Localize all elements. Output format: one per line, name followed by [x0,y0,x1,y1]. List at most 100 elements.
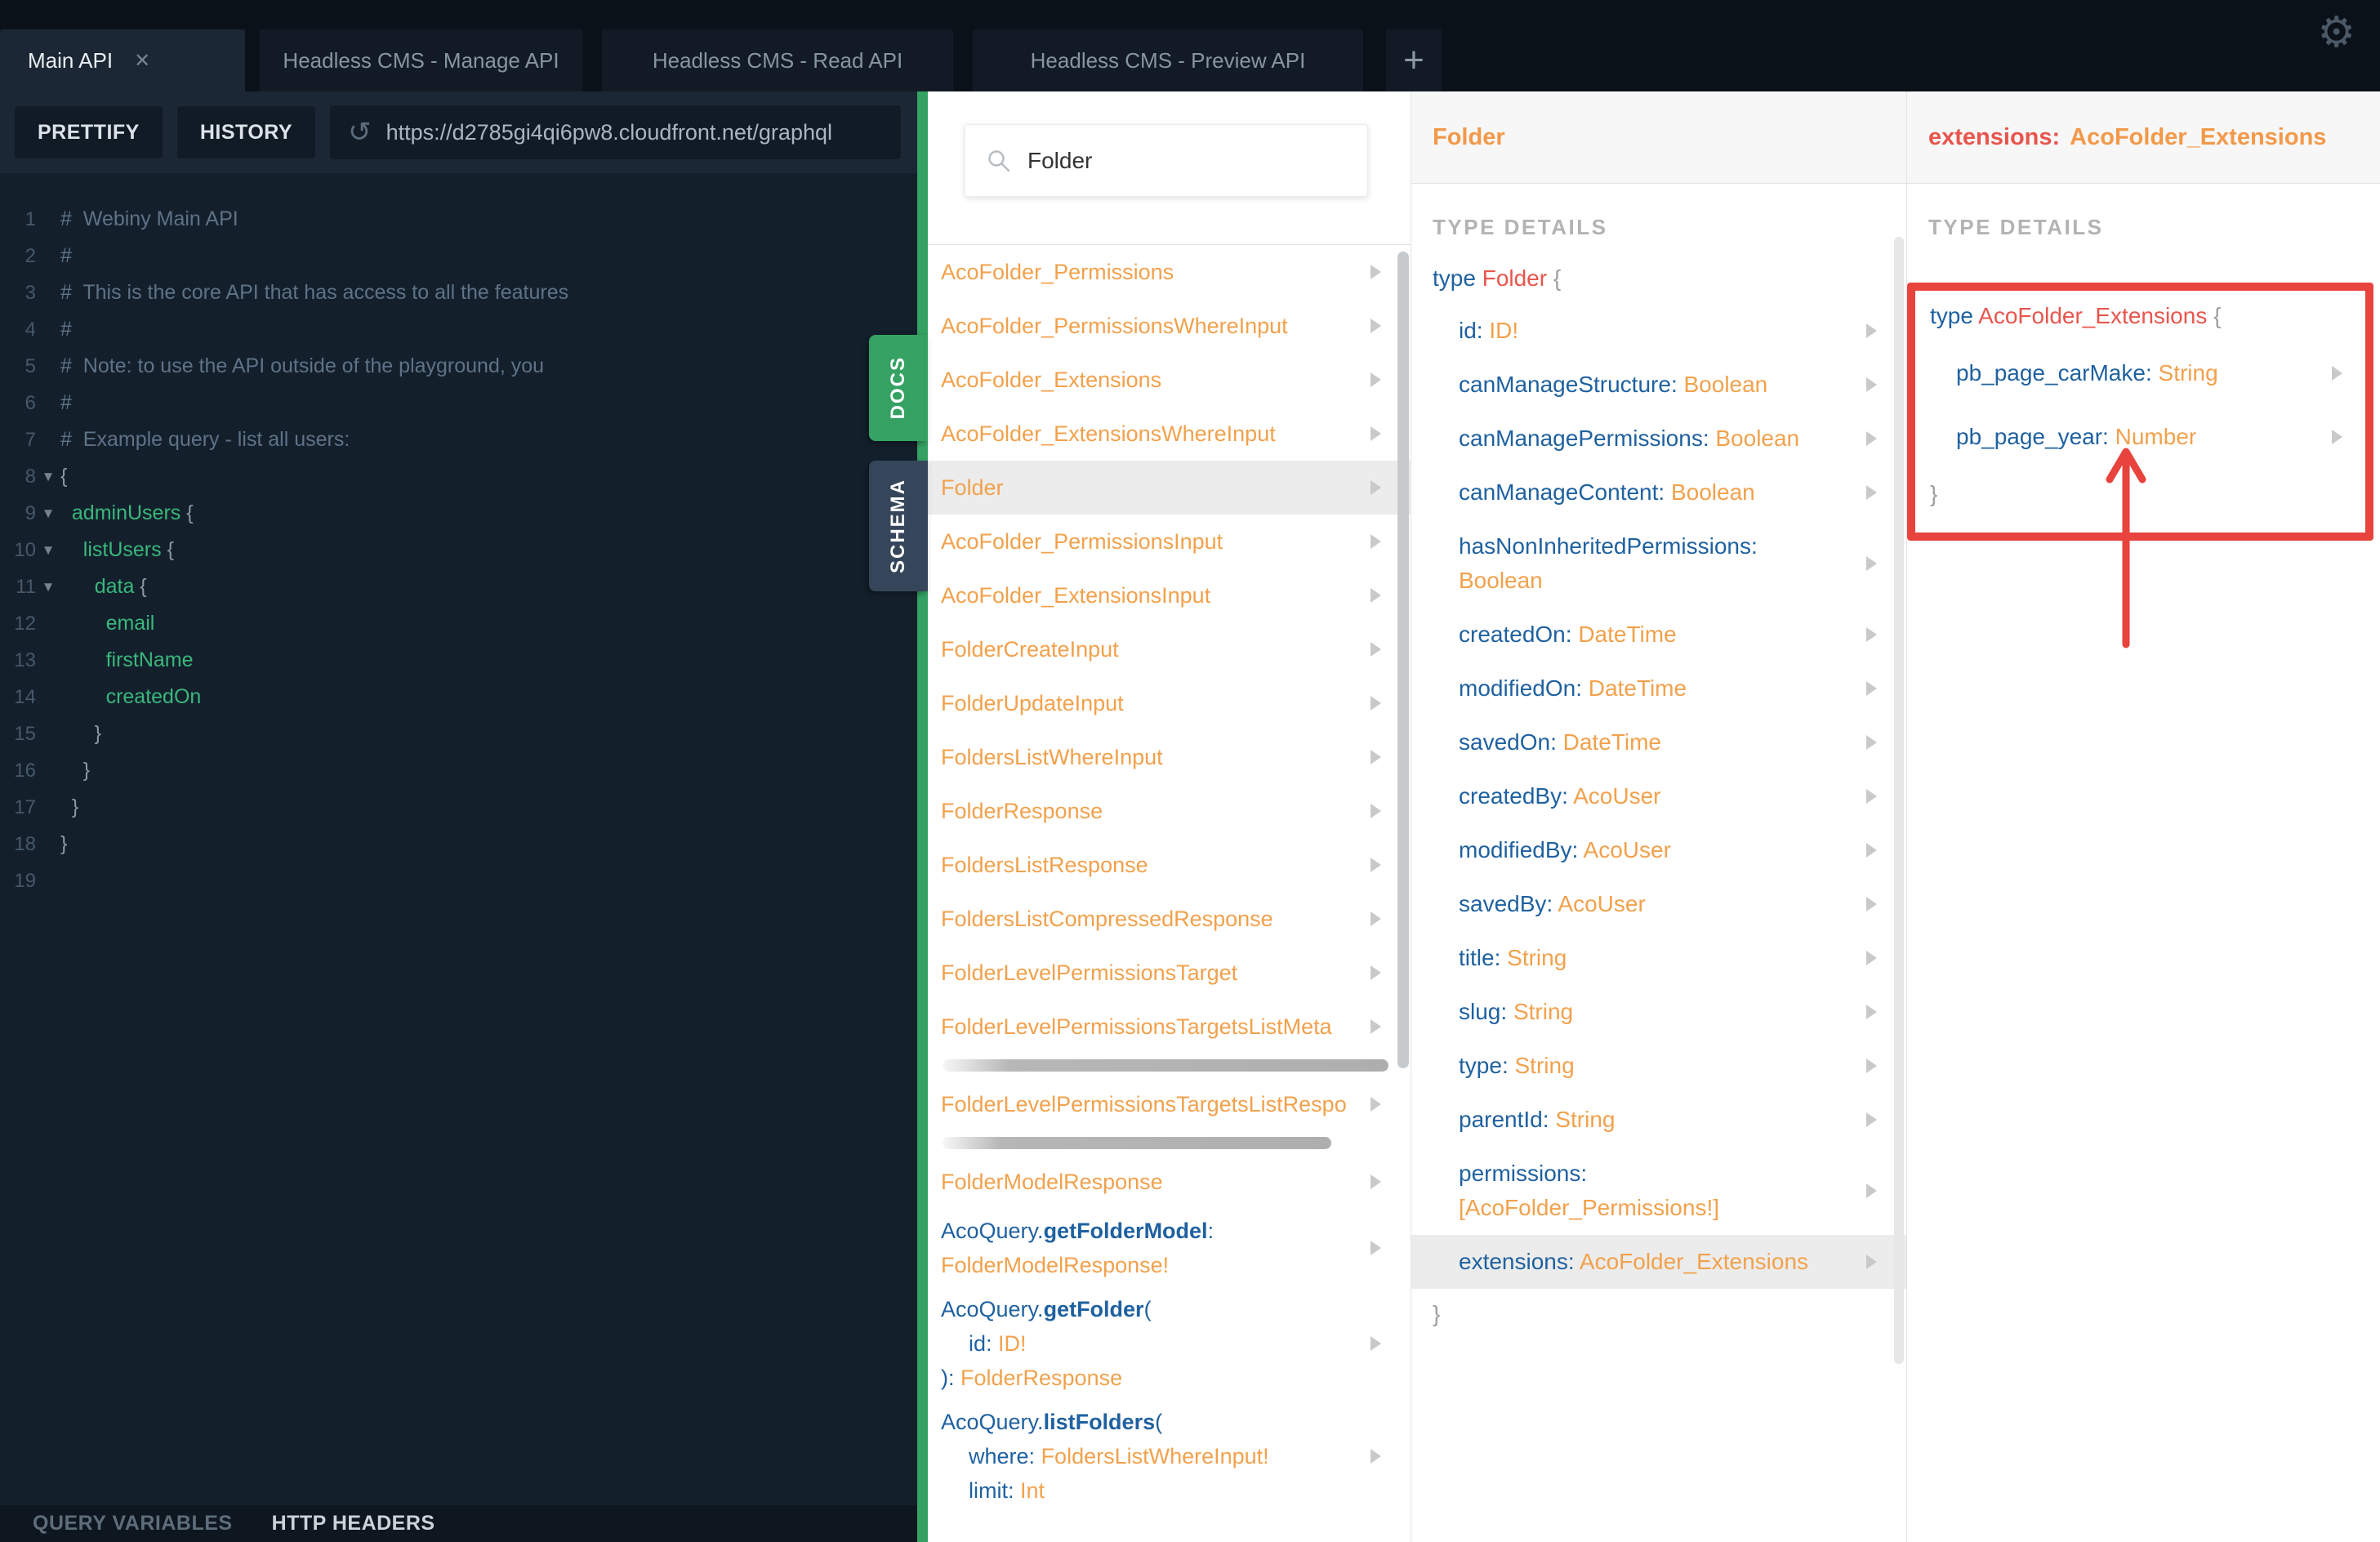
line-number: 10 [14,538,36,561]
code-text: adminUsers { [71,501,194,524]
code-text: # [60,244,72,267]
extensions-field-row[interactable]: pb_page_carMake: String [1915,341,2365,405]
type-list-item[interactable]: FolderResponse [928,784,1411,838]
docs-side-tab[interactable]: DOCS [869,335,928,441]
chevron-right-icon [1371,1174,1381,1189]
folder-field-row[interactable]: id: ID! [1411,304,1906,358]
schema-side-tab[interactable]: SCHEMA [869,461,928,591]
type-list-item[interactable]: AcoFolder_ExtensionsInput [928,568,1411,622]
chevron-right-icon [1371,319,1381,333]
session-tab[interactable]: Headless CMS - Manage API [260,29,582,91]
folder-field-row[interactable]: modifiedBy: AcoUser [1411,823,1906,877]
type-list-item-line: AcoQuery.listFolders( [941,1410,1163,1434]
history-button[interactable]: HISTORY [176,106,316,158]
folder-column-scrollbar[interactable] [1894,237,1904,1364]
session-tab[interactable]: Headless CMS - Preview API [973,29,1363,91]
query-variables-tab[interactable]: QUERY VARIABLES [33,1512,233,1535]
field-text: savedOn: DateTime [1459,729,1661,755]
type-list-item[interactable]: FolderLevelPermissionsTargetsListRespo [928,1077,1411,1131]
fold-arrow-icon[interactable]: ▼ [36,469,60,485]
gear-icon[interactable]: ⚙ [2317,11,2355,54]
type-list-item[interactable]: AcoQuery.listFolders(where: FoldersListW… [928,1400,1411,1513]
type-list-item-line: AcoFolder_PermissionsWhereInput [941,314,1288,338]
type-list-scrollbar[interactable] [1397,252,1409,1068]
type-list-item-line: FolderCreateInput [941,637,1119,662]
editor-line: 4 # [0,311,917,348]
fold-arrow-icon[interactable]: ▼ [36,506,60,522]
type-list-item[interactable]: Folder [928,461,1411,515]
folder-field-row[interactable]: title: String [1411,931,1906,985]
type-list-item[interactable]: AcoFolder_Permissions [928,245,1411,299]
type-list-item[interactable]: FolderCreateInput [928,622,1411,676]
type-list-item[interactable]: FoldersListCompressedResponse [928,892,1411,946]
line-number: 16 [14,759,36,782]
reload-icon[interactable]: ↺ [348,118,372,146]
folder-field-row[interactable]: createdOn: DateTime [1411,608,1906,662]
type-list-item[interactable]: FolderLevelPermissionsTargetsListMeta [928,1000,1411,1054]
docs-resize-handle[interactable] [917,91,928,1542]
folder-field-row[interactable]: slug: String [1411,985,1906,1039]
folder-field-row[interactable]: canManageStructure: Boolean [1411,358,1906,412]
horizontal-scrollbar[interactable] [943,1137,1331,1149]
folder-field-row[interactable]: createdBy: AcoUser [1411,769,1906,823]
code-text: listUsers { [82,538,174,561]
http-headers-tab[interactable]: HTTP HEADERS [272,1512,435,1535]
type-list-item-line: limit: Int [969,1478,1045,1503]
type-list-item[interactable]: FolderUpdateInput [928,676,1411,730]
type-list-item[interactable]: AcoFolder_Extensions [928,353,1411,407]
session-tab[interactable]: Main API ✕ [0,29,245,91]
type-list-item[interactable]: FolderModelResponse [928,1155,1411,1209]
type-list-item[interactable]: AcoFolder_PermissionsWhereInput [928,299,1411,353]
folder-field-row[interactable]: extensions: AcoFolder_Extensions [1411,1235,1906,1289]
type-list-item[interactable]: AcoQuery.getFolder(id: ID!): FolderRespo… [928,1287,1411,1400]
editor-line: 14 createdOn [0,679,917,715]
type-list: AcoFolder_Permissions AcoFolder_Permissio… [928,245,1411,1513]
type-list-item[interactable]: AcoFolder_PermissionsInput [928,515,1411,568]
code-text: data { [94,575,147,598]
fold-arrow-icon[interactable]: ▼ [36,542,60,559]
chevron-right-icon [1371,642,1381,657]
type-list-item[interactable]: FoldersListWhereInput [928,730,1411,784]
extensions-type-column: extensions: AcoFolder_Extensions TYPE DE… [1906,91,2380,1542]
folder-field-row[interactable]: canManagePermissions: Boolean [1411,412,1906,466]
query-toolbar: PRETTIFY HISTORY ↺ [0,91,917,173]
docs-search-input[interactable] [1026,146,1351,175]
field-text: canManageStructure: Boolean [1459,372,1768,397]
type-list-item[interactable]: FoldersListResponse [928,838,1411,892]
chevron-right-icon [1371,534,1381,549]
line-number: 11 [16,575,36,598]
folder-field-row[interactable]: savedBy: AcoUser [1411,877,1906,931]
folder-field-row[interactable]: hasNonInheritedPermissions: Boolean [1411,519,1906,608]
chevron-right-icon [1866,627,1877,642]
folder-field-row[interactable]: parentId: String [1411,1093,1906,1147]
endpoint-url-input[interactable] [384,118,883,146]
session-tab[interactable]: Headless CMS - Read API [602,29,953,91]
editor-line: 3 # This is the core API that has access … [0,274,917,311]
folder-field-row[interactable]: savedOn: DateTime [1411,715,1906,769]
new-tab-button[interactable]: + [1386,29,1442,91]
field-text: createdOn: DateTime [1459,622,1677,647]
fold-arrow-icon[interactable]: ▼ [36,579,60,595]
chevron-right-icon [1866,735,1877,750]
chevron-right-icon [1371,1336,1381,1351]
chevron-right-icon [1866,485,1877,500]
close-icon[interactable]: ✕ [134,49,150,73]
editor-line: 1 # Webiny Main API [0,201,917,238]
field-text: canManageContent: Boolean [1459,479,1755,505]
folder-field-row[interactable]: modifiedOn: DateTime [1411,662,1906,715]
folder-field-row[interactable]: type: String [1411,1039,1906,1093]
folder-field-row[interactable]: permissions: [AcoFolder_Permissions!] [1411,1147,1906,1235]
prettify-button[interactable]: PRETTIFY [15,106,163,158]
code-text: # [60,391,72,414]
type-list-item[interactable]: FolderLevelPermissionsTarget [928,946,1411,1000]
line-number: 13 [14,648,36,671]
query-editor[interactable]: 1 # Webiny Main API 2 #3 # This is the core … [0,173,917,1505]
type-list-item-line: AcoFolder_ExtensionsInput [941,583,1211,608]
type-list-item[interactable]: AcoQuery.getFolderModel: FolderModelRespo… [928,1209,1411,1287]
type-list-item-line: FoldersListCompressedResponse [941,907,1273,931]
type-list-item[interactable]: AcoFolder_ExtensionsWhereInput [928,407,1411,461]
folder-field-row[interactable]: canManageContent: Boolean [1411,466,1906,519]
code-text: } [60,832,68,855]
field-text: pb_page_year: Number [1956,424,2197,449]
horizontal-scrollbar[interactable] [943,1059,1388,1072]
